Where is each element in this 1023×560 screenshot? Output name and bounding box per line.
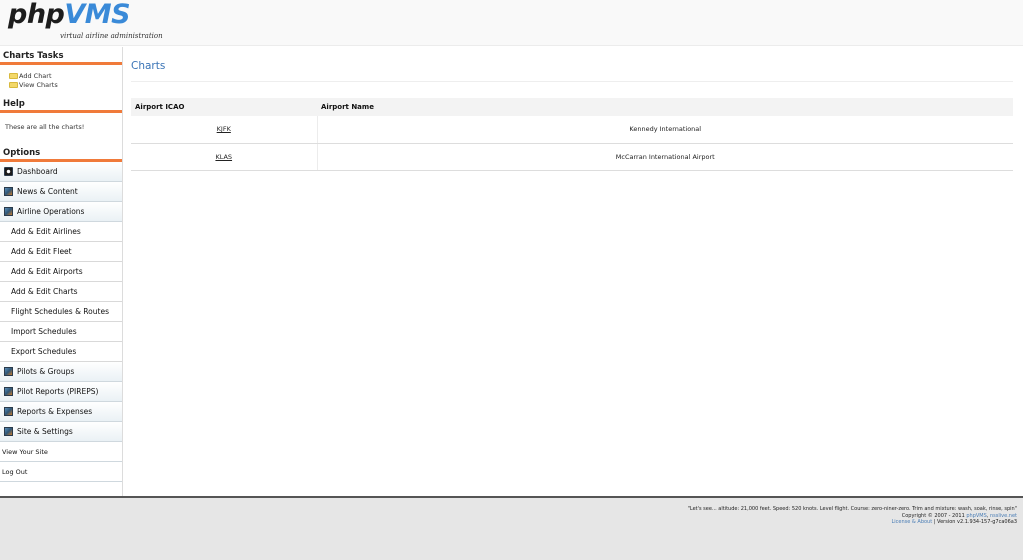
menu-label: Pilot Reports (PIREPS) bbox=[17, 387, 99, 396]
menu-add-edit-airlines[interactable]: Add & Edit Airlines bbox=[0, 222, 122, 242]
copyright-text: Copyright © 2007 - 2011 bbox=[901, 512, 967, 519]
column-airport-icao: Airport ICAO bbox=[131, 98, 317, 116]
menu-site-settings[interactable]: Site & Settings bbox=[0, 422, 122, 442]
logo-php: php bbox=[8, 0, 65, 30]
main-content: Charts Airport ICAO Airport Name KJFK Ke… bbox=[131, 47, 1015, 496]
menu-label: News & Content bbox=[17, 187, 78, 196]
folder-icon bbox=[9, 72, 18, 79]
folder-icon bbox=[9, 81, 18, 88]
news-icon bbox=[4, 187, 13, 196]
help-heading: Help bbox=[0, 95, 122, 113]
airport-name-cell: McCarran International Airport bbox=[316, 143, 1013, 171]
menu-label: Pilots & Groups bbox=[17, 367, 75, 376]
help-text: These are all the charts! bbox=[5, 123, 85, 131]
logo-tagline: virtual airline administration bbox=[60, 32, 163, 40]
charts-tasks-list: Add Chart View Charts bbox=[0, 65, 122, 95]
menu-pilot-reports[interactable]: Pilot Reports (PIREPS) bbox=[0, 382, 122, 402]
menu-add-edit-airports[interactable]: Add & Edit Airports bbox=[0, 262, 122, 282]
pireps-icon bbox=[4, 387, 13, 396]
menu-log-out[interactable]: Log Out bbox=[0, 462, 122, 482]
add-chart-link[interactable]: Add Chart bbox=[9, 71, 122, 80]
options-heading: Options bbox=[0, 144, 122, 162]
icao-link[interactable]: KLAS bbox=[215, 153, 232, 161]
airport-name-cell: Kennedy International bbox=[316, 116, 1013, 144]
menu-news-content[interactable]: News & Content bbox=[0, 182, 122, 202]
view-charts-link[interactable]: View Charts bbox=[9, 80, 122, 89]
title-divider bbox=[131, 81, 1013, 82]
reports-icon bbox=[4, 407, 13, 416]
charts-table: Airport ICAO Airport Name KJFK Kennedy I… bbox=[131, 98, 1013, 171]
add-chart-label: Add Chart bbox=[19, 71, 52, 80]
menu-export-schedules[interactable]: Export Schedules bbox=[0, 342, 122, 362]
menu-label: Dashboard bbox=[17, 167, 58, 176]
license-about-link[interactable]: License & About bbox=[891, 519, 932, 525]
page-title: Charts bbox=[131, 60, 166, 72]
footer-version-line: License & About | Version v2.1.934-157-g… bbox=[688, 519, 1017, 526]
menu-label: Site & Settings bbox=[17, 427, 73, 436]
options-menu: Dashboard News & Content Airline Operati… bbox=[0, 162, 122, 482]
view-charts-label: View Charts bbox=[19, 80, 58, 89]
menu-view-your-site[interactable]: View Your Site bbox=[0, 442, 122, 462]
logo-vms: VMS bbox=[64, 0, 131, 30]
menu-add-edit-fleet[interactable]: Add & Edit Fleet bbox=[0, 242, 122, 262]
menu-dashboard[interactable]: Dashboard bbox=[0, 162, 122, 182]
settings-icon bbox=[4, 427, 13, 436]
menu-airline-operations[interactable]: Airline Operations bbox=[0, 202, 122, 222]
menu-import-schedules[interactable]: Import Schedules bbox=[0, 322, 122, 342]
menu-label: Airline Operations bbox=[17, 207, 85, 216]
table-header-row: Airport ICAO Airport Name bbox=[131, 98, 1013, 116]
sidebar: Charts Tasks Add Chart View Charts Help … bbox=[0, 47, 123, 496]
icao-link[interactable]: KJFK bbox=[217, 125, 231, 133]
menu-pilots-groups[interactable]: Pilots & Groups bbox=[0, 362, 122, 382]
menu-add-edit-charts[interactable]: Add & Edit Charts bbox=[0, 282, 122, 302]
phpvms-logo[interactable]: phpVMS virtual airline administration bbox=[8, 0, 178, 45]
nsslive-link[interactable]: nsslive.net bbox=[990, 513, 1017, 519]
table-row: KJFK Kennedy International bbox=[131, 116, 1013, 144]
dashboard-icon bbox=[4, 167, 13, 176]
version-text: | Version v2.1.934-157-g7ca06a3 bbox=[932, 519, 1017, 525]
airline-icon bbox=[4, 207, 13, 216]
menu-reports-expenses[interactable]: Reports & Expenses bbox=[0, 402, 122, 422]
menu-label: Reports & Expenses bbox=[17, 407, 93, 416]
phpvms-link[interactable]: phpVMS bbox=[966, 513, 986, 519]
header: phpVMS virtual airline administration bbox=[0, 0, 1023, 46]
table-row: KLAS McCarran International Airport bbox=[131, 143, 1013, 171]
charts-tasks-heading: Charts Tasks bbox=[0, 47, 122, 65]
icao-cell: KLAS bbox=[131, 143, 317, 171]
column-airport-name: Airport Name bbox=[317, 98, 1013, 116]
icao-cell: KJFK bbox=[131, 116, 317, 144]
menu-flight-schedules-routes[interactable]: Flight Schedules & Routes bbox=[0, 302, 122, 322]
logo-wordmark: phpVMS bbox=[8, 0, 131, 30]
footer: "Let's see... altitude: 21,000 feet. Spe… bbox=[0, 496, 1023, 560]
footer-text: "Let's see... altitude: 21,000 feet. Spe… bbox=[688, 506, 1017, 526]
pilots-icon bbox=[4, 367, 13, 376]
